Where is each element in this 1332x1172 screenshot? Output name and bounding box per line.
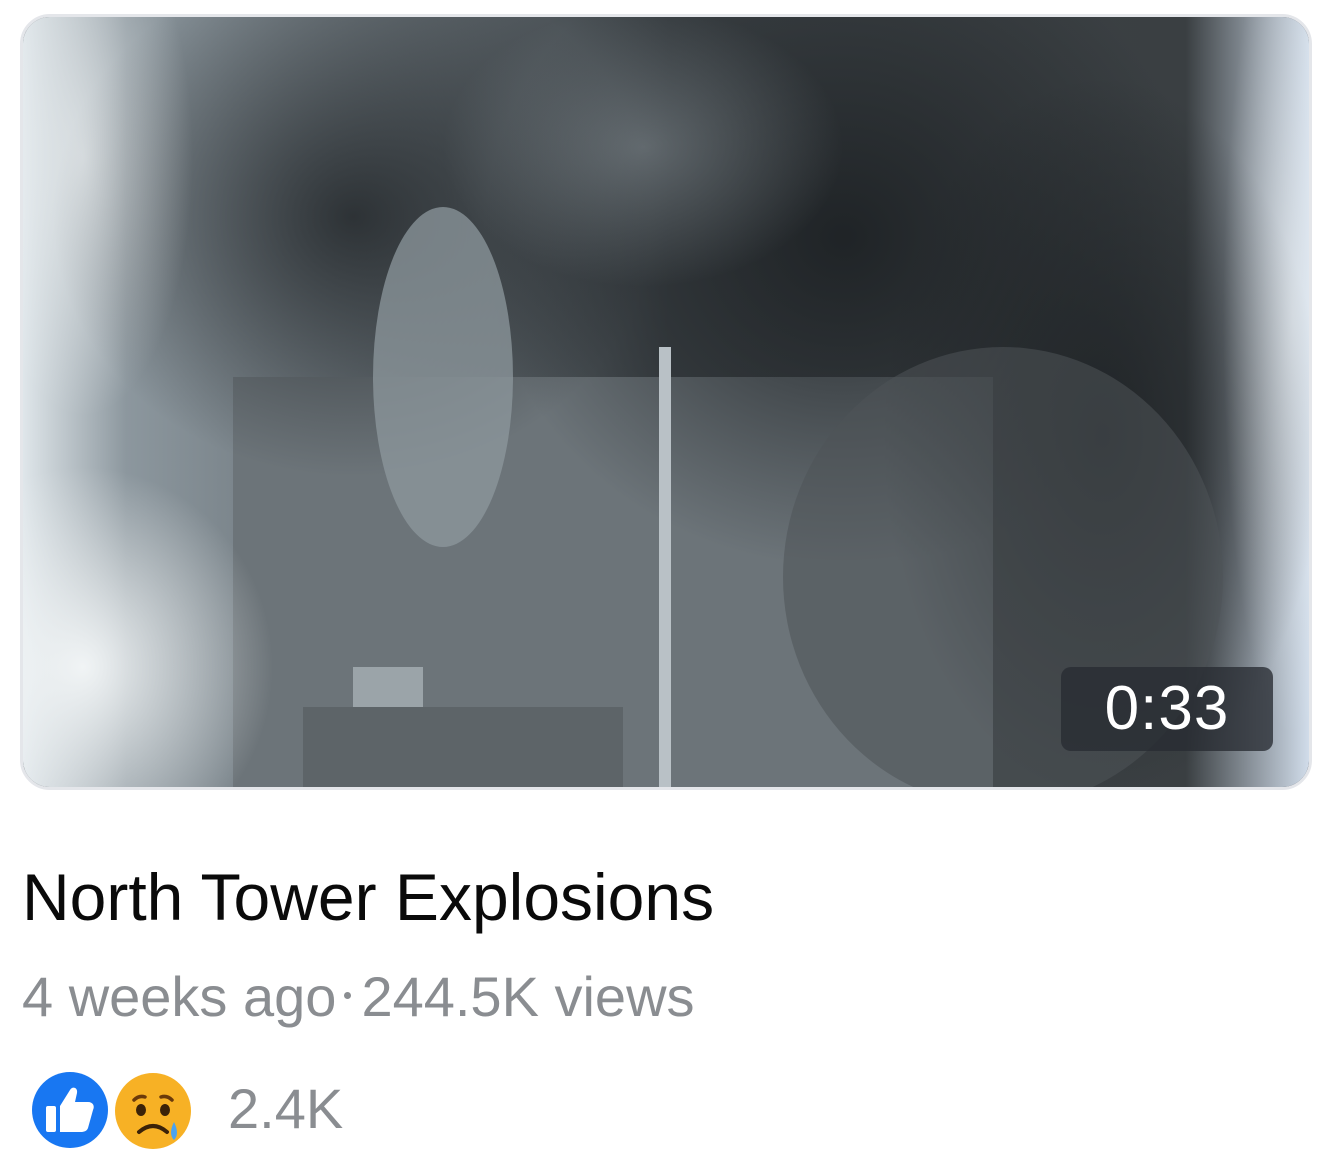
video-meta: 4 weeks ago 244.5K views [22, 962, 695, 1032]
posted-time: 4 weeks ago [22, 965, 337, 1028]
reaction-count: 2.4K [228, 1077, 344, 1140]
video-title[interactable]: North Tower Explosions [22, 858, 714, 936]
sad-icon [110, 1068, 196, 1154]
separator-dot-icon [344, 991, 352, 999]
video-duration-badge: 0:33 [1061, 667, 1273, 751]
reactions-summary[interactable]: 2.4K [26, 1062, 386, 1154]
video-thumbnail[interactable]: 0:33 [20, 14, 1312, 790]
video-card[interactable]: 0:33 North Tower Explosions 4 weeks ago 2… [0, 0, 1332, 1172]
view-count: 244.5K views [361, 965, 695, 1028]
like-icon [28, 1068, 112, 1152]
